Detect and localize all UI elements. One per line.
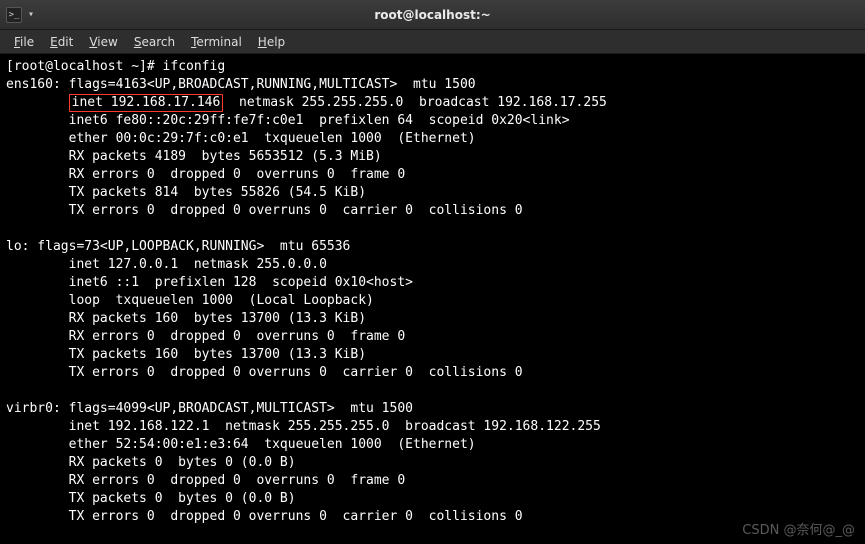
iface-lo-tx-packets: TX packets 160 bytes 13700 (13.3 KiB) — [6, 347, 366, 362]
iface-lo-rx-packets: RX packets 160 bytes 13700 (13.3 KiB) — [6, 311, 366, 326]
iface-virbr0-tx-packets: TX packets 0 bytes 0 (0.0 B) — [6, 491, 296, 506]
iface-virbr0-inet: inet 192.168.122.1 netmask 255.255.255.0… — [6, 419, 601, 434]
iface-ens160-tx-errors: TX errors 0 dropped 0 overruns 0 carrier… — [6, 203, 523, 218]
chevron-down-icon[interactable]: ▾ — [26, 7, 36, 22]
menu-help[interactable]: Help — [250, 33, 293, 51]
terminal-output[interactable]: [root@localhost ~]# ifconfig ens160: fla… — [0, 54, 865, 530]
iface-lo-header: lo: flags=73<UP,LOOPBACK,RUNNING> mtu 65… — [6, 239, 350, 254]
iface-virbr0-ether: ether 52:54:00:e1:e3:64 txqueuelen 1000 … — [6, 437, 476, 452]
menu-edit[interactable]: Edit — [42, 33, 81, 51]
iface-lo-inet: inet 127.0.0.1 netmask 255.0.0.0 — [6, 257, 327, 272]
prompt: [root@localhost ~]# — [6, 59, 163, 74]
iface-lo-loop: loop txqueuelen 1000 (Local Loopback) — [6, 293, 374, 308]
window-title: root@localhost:~ — [374, 8, 490, 22]
iface-ens160-rx-errors: RX errors 0 dropped 0 overruns 0 frame 0 — [6, 167, 405, 182]
iface-lo-inet6: inet6 ::1 prefixlen 128 scopeid 0x10<hos… — [6, 275, 413, 290]
menu-bar: File Edit View Search Terminal Help — [0, 30, 865, 54]
iface-ens160-rx-packets: RX packets 4189 bytes 5653512 (5.3 MiB) — [6, 149, 382, 164]
iface-ens160-ether: ether 00:0c:29:7f:c0:e1 txqueuelen 1000 … — [6, 131, 476, 146]
iface-virbr0-rx-packets: RX packets 0 bytes 0 (0.0 B) — [6, 455, 296, 470]
iface-lo-rx-errors: RX errors 0 dropped 0 overruns 0 frame 0 — [6, 329, 405, 344]
menu-file[interactable]: File — [6, 33, 42, 51]
iface-lo-tx-errors: TX errors 0 dropped 0 overruns 0 carrier… — [6, 365, 523, 380]
terminal-app-icon: >_ — [6, 7, 22, 23]
iface-ens160-tx-packets: TX packets 814 bytes 55826 (54.5 KiB) — [6, 185, 366, 200]
iface-virbr0-header: virbr0: flags=4099<UP,BROADCAST,MULTICAS… — [6, 401, 413, 416]
window-titlebar: >_ ▾ root@localhost:~ — [0, 0, 865, 30]
menu-search[interactable]: Search — [126, 33, 183, 51]
indent — [6, 95, 69, 110]
iface-ens160-inet6: inet6 fe80::20c:29ff:fe7f:c0e1 prefixlen… — [6, 113, 570, 128]
iface-ens160-header: ens160: flags=4163<UP,BROADCAST,RUNNING,… — [6, 77, 476, 92]
iface-virbr0-tx-errors: TX errors 0 dropped 0 overruns 0 carrier… — [6, 509, 523, 524]
highlighted-inet-address: inet 192.168.17.146 — [69, 94, 224, 112]
menu-view[interactable]: View — [81, 33, 125, 51]
iface-virbr0-rx-errors: RX errors 0 dropped 0 overruns 0 frame 0 — [6, 473, 405, 488]
menu-terminal[interactable]: Terminal — [183, 33, 250, 51]
command-text: ifconfig — [163, 59, 226, 74]
iface-ens160-inet-rest: netmask 255.255.255.0 broadcast 192.168.… — [223, 95, 607, 110]
